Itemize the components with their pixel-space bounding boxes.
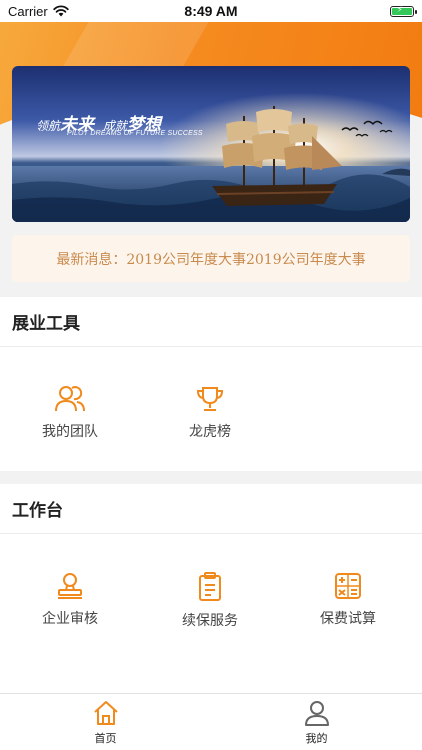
news-text: 最新消息：2019公司年度大事2019公司年度大事 — [56, 251, 366, 268]
news-ticker[interactable]: 最新消息：2019公司年度大事2019公司年度大事 — [12, 235, 410, 282]
tool-label: 续保服务 — [182, 613, 238, 629]
tab-bar: 首页 我的 — [0, 693, 422, 750]
tool-label: 企业审核 — [42, 611, 98, 627]
section-title: 工作台 — [0, 484, 422, 534]
tool-label: 保费试算 — [320, 611, 376, 627]
banner-subtitle: PILOT DREAMS OF FUTURE SUCCESS — [67, 130, 203, 137]
tool-premium-calculator[interactable]: 保费试算 — [298, 572, 398, 628]
wifi-icon — [53, 5, 69, 17]
tools-grid: 我的团队 龙虎榜 — [0, 347, 422, 471]
tab-label: 我的 — [305, 732, 328, 745]
battery-icon — [390, 5, 417, 17]
trophy-icon — [196, 387, 224, 411]
calculator-icon — [335, 573, 361, 599]
status-bar: Carrier 8:49 AM — [0, 0, 422, 22]
home-icon — [93, 701, 118, 725]
workbench-section: 工作台 企业审核 续保服务 保费试算 — [0, 484, 422, 693]
carrier-label: Carrier — [8, 3, 48, 19]
workbench-grid: 企业审核 续保服务 保费试算 — [0, 534, 422, 658]
tab-home[interactable]: 首页 — [0, 694, 211, 750]
tab-label: 首页 — [94, 732, 117, 745]
banner-image[interactable]: 领航未来 成就梦想 PILOT DREAMS OF FUTURE SUCCESS — [12, 66, 410, 222]
tool-leaderboard[interactable]: 龙虎榜 — [160, 385, 260, 441]
carrier-area: Carrier — [8, 4, 69, 19]
app-screen: Carrier 8:49 AM ⚡ 领航未来 成就梦想 PILOT DREAMS… — [0, 0, 422, 750]
user-icon — [304, 701, 329, 726]
tool-my-team[interactable]: 我的团队 — [20, 385, 120, 441]
tool-label: 我的团队 — [42, 424, 98, 440]
tab-mine[interactable]: 我的 — [211, 694, 422, 750]
tools-section: 展业工具 我的团队 龙虎榜 — [0, 297, 422, 471]
team-icon — [55, 386, 85, 412]
section-title: 展业工具 — [0, 297, 422, 347]
tool-enterprise-review[interactable]: 企业审核 — [20, 572, 120, 628]
tool-label: 龙虎榜 — [189, 424, 231, 440]
ship-illustration — [12, 66, 410, 222]
clipboard-icon — [199, 572, 221, 601]
tool-renewal-service[interactable]: 续保服务 — [160, 572, 260, 630]
stamp-icon — [58, 573, 82, 599]
